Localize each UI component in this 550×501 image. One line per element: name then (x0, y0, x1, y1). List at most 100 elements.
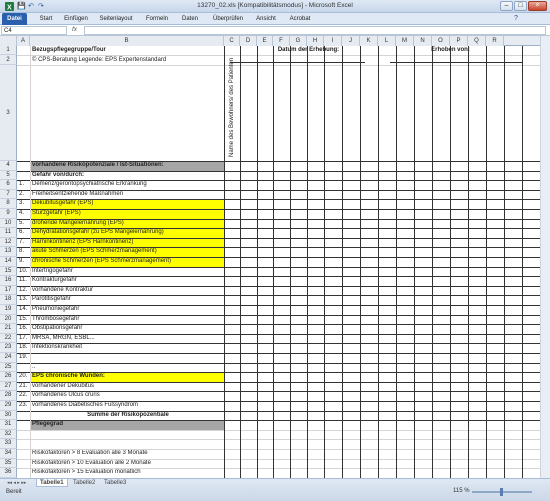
row-header[interactable]: 24 (0, 353, 17, 363)
row-header[interactable]: 21 (0, 324, 17, 334)
cell-b[interactable]: Summe der Risikopozentiale (31, 411, 224, 421)
cell-b[interactable]: Kontrakturgefahr (31, 276, 224, 286)
row-header[interactable]: 16 (0, 276, 17, 286)
zoom-slider-handle[interactable] (500, 488, 503, 496)
cell-b[interactable]: Risikofaktoren > 10 Evaluation alle 2 Mo… (31, 459, 224, 469)
tab-insert[interactable]: Einfügen (62, 13, 90, 25)
cell-b[interactable]: Pflegegrad (31, 420, 224, 430)
cell-b[interactable]: chronische Schmerzen (EPS Schmerzmanagem… (31, 257, 224, 267)
cell-a[interactable]: 9. (18, 257, 30, 267)
name-box[interactable]: C4 (1, 26, 67, 35)
cell-b[interactable]: Risikofaktoren > 8 Evaluation alle 3 Mon… (31, 449, 224, 459)
cell-b[interactable]: vorhandene Risikopotenziale / Ist-Situat… (31, 161, 224, 171)
column-header-n[interactable]: N (414, 36, 432, 46)
cell-b[interactable]: vorhandenes Ulcus cruris (31, 391, 224, 401)
column-header-o[interactable]: O (432, 36, 450, 46)
cell-b[interactable]: Thrombosegefahr (31, 315, 224, 325)
cell-b[interactable]: vorhandene Kontraktur (31, 286, 224, 296)
row-header[interactable]: 28 (0, 391, 17, 401)
cell-b[interactable]: Dehydratationsgefahr (zu EPS Mangelernäh… (31, 228, 224, 238)
cell-a[interactable] (18, 171, 30, 181)
cell-a[interactable] (18, 161, 30, 171)
cell-a[interactable] (18, 65, 30, 161)
cell-a[interactable]: 15. (18, 315, 30, 325)
column-header-l[interactable]: L (378, 36, 396, 46)
cell-b[interactable]: EPS chronische Wunden: (31, 372, 224, 382)
cell-a[interactable]: 4. (18, 209, 30, 219)
cell-a[interactable]: 17. (18, 334, 30, 344)
column-header-e[interactable]: E (257, 36, 273, 46)
row-header[interactable]: 26 (0, 372, 17, 382)
cell-b[interactable]: Gefahr von/durch: (31, 171, 224, 181)
row-header[interactable]: 4 (0, 161, 17, 171)
sheet-tab-tabelle3[interactable]: Tabelle3 (101, 479, 129, 487)
row-header[interactable]: 35 (0, 458, 17, 469)
column-header-k[interactable]: K (360, 36, 378, 46)
cell-a[interactable]: 19. (18, 353, 30, 363)
cell-a[interactable]: 7. (18, 238, 30, 248)
row-header[interactable]: 27 (0, 381, 17, 392)
tab-formulas[interactable]: Formeln (144, 13, 170, 25)
cell-a[interactable]: 6. (18, 228, 30, 238)
cell-a[interactable] (18, 439, 30, 449)
cell-b[interactable] (31, 430, 224, 440)
cell-b[interactable]: MRSA, MRGN, ESBL... (31, 334, 224, 344)
column-header-p[interactable]: P (450, 36, 468, 46)
cell-a[interactable]: 13. (18, 295, 30, 305)
tab-view[interactable]: Ansicht (252, 13, 280, 25)
cell-b[interactable]: Demenz/gerontopsychiatrische Erkrankung (31, 180, 224, 190)
row-header[interactable]: 22 (0, 333, 17, 344)
row-header[interactable]: 34 (0, 449, 17, 459)
tab-page-layout[interactable]: Seitenlayout (96, 13, 136, 25)
cell-a[interactable]: 21. (18, 382, 30, 392)
row-header[interactable]: 12 (0, 237, 17, 248)
row-header[interactable]: 36 (0, 468, 17, 478)
column-header-b[interactable]: B (30, 36, 224, 46)
column-header-j[interactable]: J (342, 36, 360, 46)
sheet-nav-icon[interactable]: ◂◂ ◂ ▸ ▸▸ (4, 479, 29, 487)
cell-a[interactable]: 14. (18, 305, 30, 315)
vertical-scrollbar[interactable] (540, 36, 550, 478)
cell-a[interactable] (18, 46, 30, 55)
tab-data[interactable]: Daten (178, 13, 202, 25)
cell-b[interactable]: © CPS-Beratung Legende: EPS Expertenstan… (31, 55, 224, 65)
cell-b[interactable]: Sturzgefahr (EPS) (31, 209, 224, 219)
column-header-g[interactable]: G (290, 36, 307, 46)
row-header[interactable]: 10 (0, 218, 17, 229)
column-header-h[interactable]: H (307, 36, 324, 46)
zoom-level[interactable]: 115 % (453, 488, 470, 494)
column-header-f[interactable]: F (273, 36, 290, 46)
cell-b[interactable]: .. (31, 363, 224, 373)
cell-b[interactable]: Dekubitusgefahr (EPS) (31, 199, 224, 209)
row-header[interactable]: 8 (0, 199, 17, 209)
sheet-tab-tabelle1[interactable]: Tabelle1 (36, 479, 68, 487)
cell-a[interactable]: 3. (18, 199, 30, 209)
row-header[interactable]: 20 (0, 314, 17, 325)
cell-b[interactable]: Bezugspflegegruppe/Tour (31, 46, 224, 55)
row-header[interactable]: 11 (0, 228, 17, 238)
maximize-button[interactable]: □ (514, 1, 527, 11)
row-header[interactable]: 5 (0, 170, 17, 181)
cell-a[interactable] (18, 430, 30, 440)
row-header[interactable]: 14 (0, 257, 17, 267)
cell-a[interactable]: 5. (18, 219, 30, 229)
column-header-a[interactable]: A (17, 36, 30, 46)
row-header[interactable]: 7 (0, 189, 17, 200)
cell-b[interactable] (31, 353, 224, 363)
save-icon[interactable]: 💾 (17, 2, 26, 10)
formula-input[interactable] (84, 26, 546, 35)
cell-a[interactable]: 12. (18, 286, 30, 296)
column-header-c[interactable]: C (224, 36, 240, 46)
tab-file[interactable]: Datei (2, 13, 27, 25)
cell-b[interactable]: Freiheitsentziehende Maßnahmen (31, 190, 224, 200)
row-header[interactable]: 18 (0, 295, 17, 305)
cell-b[interactable]: Risikofaktoren > 15 Evaluation monatlich (31, 468, 224, 478)
row-header[interactable]: 29 (0, 401, 17, 411)
row-header[interactable]: 9 (0, 209, 17, 219)
cell-a[interactable] (18, 411, 30, 421)
cell-a[interactable]: 16. (18, 324, 30, 334)
row-header[interactable]: 13 (0, 247, 17, 257)
cell-b[interactable]: Infektionskrankheit (31, 343, 224, 353)
select-all-corner[interactable] (0, 36, 17, 46)
row-header[interactable]: 30 (0, 410, 17, 421)
